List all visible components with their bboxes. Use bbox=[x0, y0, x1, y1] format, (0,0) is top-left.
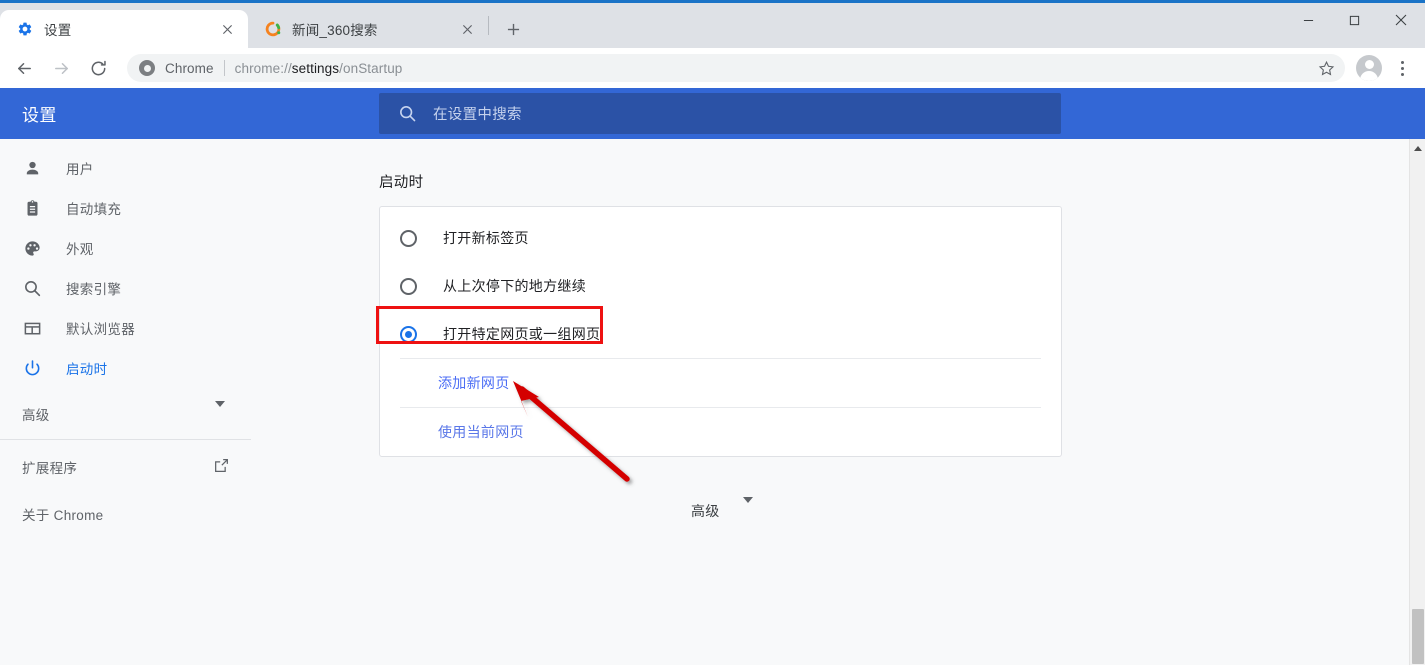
bookmark-star-icon[interactable] bbox=[1315, 57, 1337, 79]
radio-label: 打开新标签页 bbox=[443, 230, 529, 246]
add-new-page-row[interactable]: 添加新网页 bbox=[380, 359, 1061, 407]
new-tab-button[interactable] bbox=[498, 14, 528, 44]
clipboard-icon bbox=[22, 198, 43, 219]
settings-search-input[interactable]: 在设置中搜索 bbox=[379, 93, 1061, 134]
scrollbar-thumb[interactable] bbox=[1412, 609, 1424, 664]
maximize-button[interactable] bbox=[1331, 3, 1377, 37]
sidebar-item-label: 启动时 bbox=[66, 362, 108, 377]
avatar[interactable] bbox=[1356, 55, 1382, 81]
reload-icon[interactable] bbox=[82, 52, 114, 84]
sidebar-item-label: 外观 bbox=[66, 242, 94, 257]
radio-button-selected[interactable] bbox=[400, 325, 417, 343]
radio-label: 从上次停下的地方继续 bbox=[443, 278, 586, 294]
advanced-settings-toggle[interactable]: 高级 bbox=[691, 497, 753, 521]
radio-label: 打开特定网页或一组网页 bbox=[443, 326, 601, 342]
section-title: 启动时 bbox=[379, 175, 424, 191]
sidebar-item-label: 关于 Chrome bbox=[22, 508, 104, 523]
sidebar-item-label: 搜索引擎 bbox=[66, 282, 122, 297]
tab-title: 设置 bbox=[44, 23, 72, 38]
address-bar[interactable]: Chrome chrome://settings/onStartup bbox=[127, 54, 1345, 82]
360-search-icon bbox=[264, 21, 281, 38]
sidebar-item-label: 用户 bbox=[66, 162, 94, 177]
page-title: 设置 bbox=[22, 106, 57, 125]
settings-sidebar: 用户 自动填充 外观 搜索引擎 默认浏览器 启动时 高级 扩展程序 关于 Chr… bbox=[0, 139, 251, 665]
radio-button[interactable] bbox=[400, 277, 417, 295]
settings-body: 用户 自动填充 外观 搜索引擎 默认浏览器 启动时 高级 扩展程序 关于 Chr… bbox=[0, 139, 1425, 665]
sidebar-item-label: 扩展程序 bbox=[22, 461, 78, 476]
sidebar-item-about-chrome[interactable]: 关于 Chrome bbox=[0, 494, 251, 534]
sidebar-item-label: 默认浏览器 bbox=[66, 322, 135, 337]
vertical-scrollbar[interactable] bbox=[1409, 139, 1425, 665]
minimize-button[interactable] bbox=[1285, 3, 1331, 37]
window-controls bbox=[1285, 3, 1425, 37]
tab-settings[interactable]: 设置 bbox=[0, 10, 248, 48]
radio-button[interactable] bbox=[400, 229, 417, 247]
browser-window-icon bbox=[22, 318, 43, 339]
close-button[interactable] bbox=[1377, 3, 1425, 37]
chrome-browser-window: 设置 新闻_360搜索 Chrome chrome://settings/onS… bbox=[0, 0, 1425, 665]
sidebar-divider bbox=[0, 439, 251, 440]
sidebar-item-autofill[interactable]: 自动填充 bbox=[0, 188, 251, 228]
sidebar-item-extensions[interactable]: 扩展程序 bbox=[0, 447, 251, 487]
chrome-logo-icon bbox=[139, 60, 155, 76]
back-icon[interactable] bbox=[8, 52, 40, 84]
sidebar-advanced-toggle[interactable]: 高级 bbox=[0, 392, 251, 436]
sidebar-item-search-engine[interactable]: 搜索引擎 bbox=[0, 268, 251, 308]
chevron-down-icon bbox=[215, 400, 225, 422]
sidebar-item-label: 自动填充 bbox=[66, 202, 122, 217]
power-icon bbox=[22, 358, 43, 379]
startup-options-card: 打开新标签页 从上次停下的地方继续 打开特定网页或一组网页 添加新网页 使用当前… bbox=[379, 206, 1062, 457]
person-icon bbox=[22, 158, 43, 179]
radio-row-continue-where-left-off[interactable]: 从上次停下的地方继续 bbox=[380, 262, 1061, 310]
palette-icon bbox=[22, 238, 43, 259]
sidebar-item-appearance[interactable]: 外观 bbox=[0, 228, 251, 268]
tab-close-icon[interactable] bbox=[456, 18, 478, 40]
search-icon bbox=[22, 278, 43, 299]
external-link-icon bbox=[214, 458, 229, 476]
sidebar-advanced-label: 高级 bbox=[22, 408, 50, 423]
omnibox-separator bbox=[223, 60, 225, 76]
use-current-pages-link[interactable]: 使用当前网页 bbox=[438, 422, 524, 442]
search-icon bbox=[397, 104, 417, 124]
advanced-settings-label: 高级 bbox=[691, 503, 720, 519]
omnibox-url: chrome://settings/onStartup bbox=[234, 60, 403, 76]
add-new-page-link[interactable]: 添加新网页 bbox=[438, 373, 510, 393]
sidebar-item-on-startup[interactable]: 启动时 bbox=[0, 348, 251, 388]
tab-separator bbox=[488, 16, 489, 35]
gear-icon bbox=[16, 21, 33, 38]
tab-news-360-search[interactable]: 新闻_360搜索 bbox=[248, 10, 488, 48]
tab-close-icon[interactable] bbox=[216, 18, 238, 40]
search-placeholder: 在设置中搜索 bbox=[433, 107, 522, 123]
tab-strip: 设置 新闻_360搜索 bbox=[0, 3, 1425, 48]
use-current-pages-row[interactable]: 使用当前网页 bbox=[380, 408, 1061, 456]
sidebar-item-user[interactable]: 用户 bbox=[0, 148, 251, 188]
scroll-up-arrow-icon[interactable] bbox=[1410, 142, 1425, 155]
chrome-menu-icon[interactable] bbox=[1387, 53, 1417, 83]
settings-main: 启动时 打开新标签页 从上次停下的地方继续 打开特定网页或一组网页 添加新网页 bbox=[251, 139, 1408, 665]
chevron-down-icon bbox=[742, 497, 753, 519]
tab-title: 新闻_360搜索 bbox=[292, 23, 378, 38]
omnibox-chrome-label: Chrome bbox=[165, 60, 214, 76]
forward-icon[interactable] bbox=[45, 52, 77, 84]
sidebar-item-default-browser[interactable]: 默认浏览器 bbox=[0, 308, 251, 348]
radio-row-open-new-tab[interactable]: 打开新标签页 bbox=[380, 214, 1061, 262]
browser-toolbar: Chrome chrome://settings/onStartup bbox=[0, 48, 1425, 88]
radio-row-open-specific-pages[interactable]: 打开特定网页或一组网页 bbox=[380, 310, 1061, 358]
